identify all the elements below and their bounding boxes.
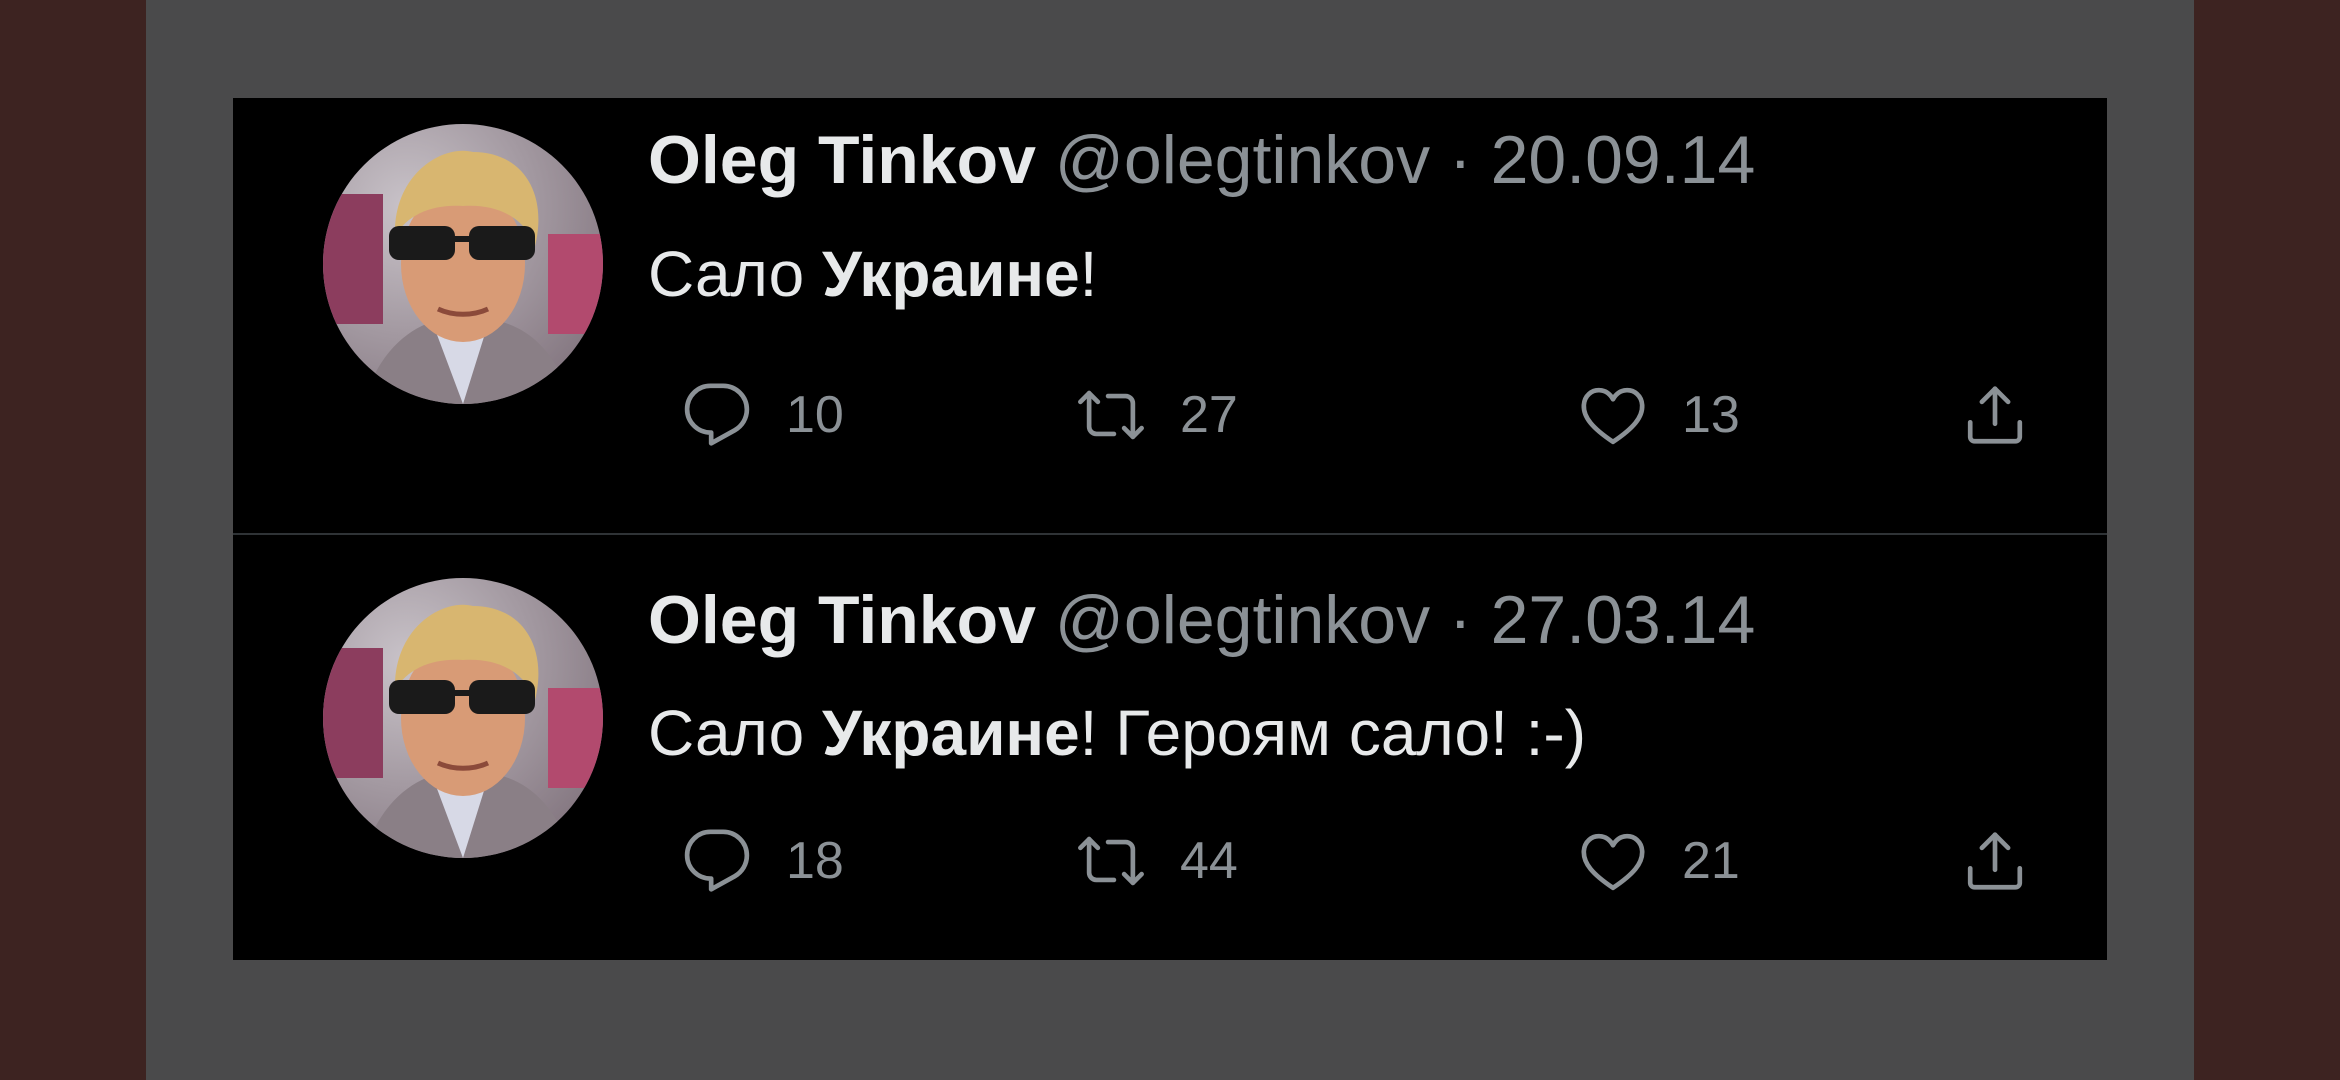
tweet-screenshot-card: Oleg Tinkov @olegtinkov · 20.09.14 Сало …: [233, 98, 2107, 960]
author-name[interactable]: Oleg Tinkov: [648, 122, 1036, 198]
tweet-header: Oleg Tinkov @olegtinkov · 20.09.14: [648, 120, 1755, 200]
retweet-count: 44: [1180, 832, 1238, 890]
heart-icon: [1578, 826, 1648, 896]
tweet-text: Сало Украине! Героям сало! :-): [648, 693, 1586, 773]
retweet-count: 27: [1180, 386, 1238, 444]
author-handle[interactable]: @olegtinkov: [1055, 122, 1430, 198]
tweet-text-part: ! Героям сало! :-): [1079, 697, 1587, 769]
tweet-item[interactable]: Oleg Tinkov @olegtinkov · 27.03.14 Сало …: [233, 536, 2107, 966]
tweet-actions-bar: 10 27 13: [648, 370, 2048, 460]
tweet-actions-bar: 18 44 21: [648, 816, 2048, 906]
retweet-arrows-icon: [1076, 380, 1146, 450]
reply-count: 10: [786, 386, 844, 444]
tweet-text-bold: Украине: [821, 697, 1080, 769]
like-button[interactable]: 21: [1578, 816, 1740, 906]
share-upload-icon: [1960, 380, 2030, 450]
reply-count: 18: [786, 832, 844, 890]
tweet-date[interactable]: 27.03.14: [1491, 582, 1756, 658]
avatar[interactable]: [323, 578, 603, 858]
header-separator: ·: [1449, 122, 1472, 198]
share-button[interactable]: [1960, 816, 2030, 906]
tweet-header: Oleg Tinkov @olegtinkov · 27.03.14: [648, 580, 1755, 660]
retweet-button[interactable]: 27: [1076, 370, 1238, 460]
share-button[interactable]: [1960, 370, 2030, 460]
reply-bubble-icon: [682, 380, 752, 450]
reply-button[interactable]: 18: [682, 816, 844, 906]
tweet-text-part: !: [1079, 238, 1098, 310]
avatar[interactable]: [323, 124, 603, 404]
retweet-arrows-icon: [1076, 826, 1146, 896]
share-upload-icon: [1960, 826, 2030, 896]
like-count: 13: [1682, 386, 1740, 444]
reply-bubble-icon: [682, 826, 752, 896]
tweet-text: Сало Украине!: [648, 234, 1097, 314]
reply-button[interactable]: 10: [682, 370, 844, 460]
tweet-text-part: Сало: [648, 238, 822, 310]
tweet-text-bold: Украине: [821, 238, 1080, 310]
author-handle[interactable]: @olegtinkov: [1055, 582, 1430, 658]
author-name[interactable]: Oleg Tinkov: [648, 582, 1036, 658]
tweet-date[interactable]: 20.09.14: [1491, 122, 1756, 198]
like-button[interactable]: 13: [1578, 370, 1740, 460]
tweet-text-part: Сало: [648, 697, 822, 769]
tweet-item[interactable]: Oleg Tinkov @olegtinkov · 20.09.14 Сало …: [233, 98, 2107, 528]
like-count: 21: [1682, 832, 1740, 890]
heart-icon: [1578, 380, 1648, 450]
tweet-divider: [233, 533, 2107, 535]
retweet-button[interactable]: 44: [1076, 816, 1238, 906]
header-separator: ·: [1449, 582, 1472, 658]
